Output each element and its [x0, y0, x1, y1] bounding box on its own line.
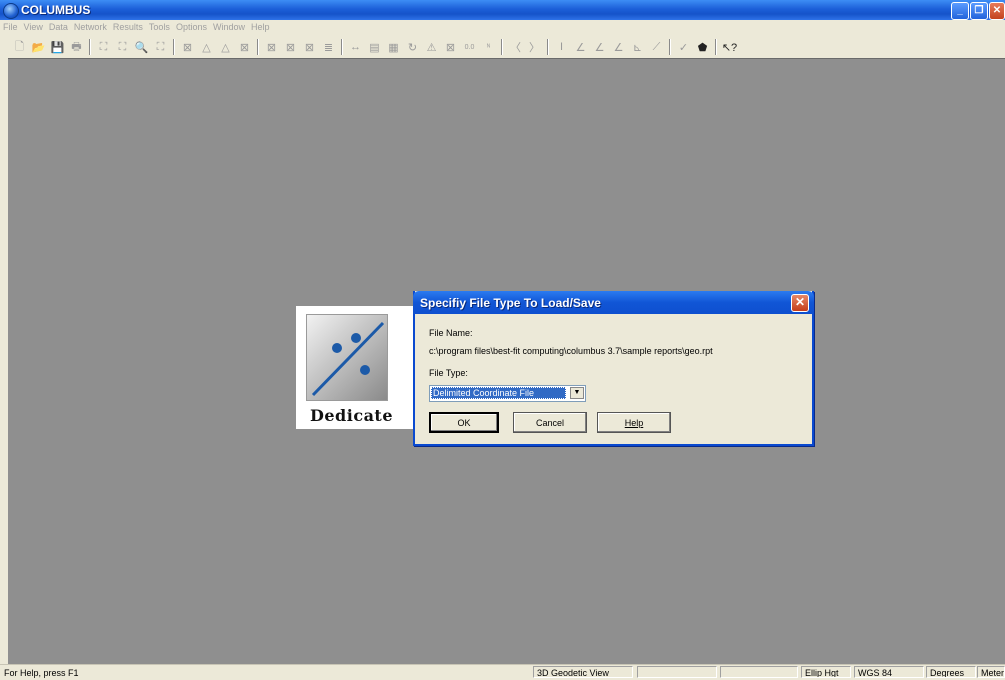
dialog-title-bar[interactable]: Specifiy File Type To Load/Save ✕	[413, 291, 814, 314]
network2-icon[interactable]: ⊠	[281, 38, 300, 56]
sigma-icon[interactable]: ↻	[403, 38, 422, 56]
help-button-label: Help	[624, 418, 644, 428]
report-icon[interactable]: ▤	[365, 38, 384, 56]
splash-logo-art	[306, 314, 388, 401]
file-name-value: c:\program files\best-fit computing\colu…	[429, 346, 713, 356]
window-title: COLUMBUS	[21, 3, 91, 17]
file-type-dialog: Specifiy File Type To Load/Save ✕ File N…	[413, 291, 814, 446]
angle3-icon[interactable]: ∠	[609, 38, 628, 56]
triangle-icon[interactable]: △	[197, 38, 216, 56]
new-icon[interactable]: 🗋	[10, 38, 29, 56]
triangle-dashed-icon[interactable]: △	[216, 38, 235, 56]
status-view: 3D Geodetic View	[533, 666, 633, 678]
toolbar-separator	[89, 39, 91, 55]
file-type-selected: Delimited Coordinate File	[431, 387, 566, 399]
arrows-icon[interactable]: ↔	[346, 38, 365, 56]
dialog-title: Specifiy File Type To Load/Save	[420, 296, 601, 310]
status-pane-1	[637, 666, 717, 678]
angle-icon[interactable]: ∠	[571, 38, 590, 56]
menu-help[interactable]: Help	[248, 20, 273, 32]
toolbar-separator	[715, 39, 717, 55]
title-bar[interactable]: COLUMBUS _ ❐ ✕	[0, 0, 1005, 20]
status-angle-units: Degrees	[926, 666, 976, 678]
ok-button[interactable]: OK	[429, 412, 499, 433]
nft-icon[interactable]: ᴺ	[479, 38, 498, 56]
status-distance-units: Meter	[977, 666, 1005, 678]
box-icon[interactable]: ⊠	[441, 38, 460, 56]
toolbar-separator	[501, 39, 503, 55]
prev-icon[interactable]: 〈	[506, 38, 525, 56]
restore-button[interactable]: ❐	[970, 2, 988, 20]
splash-text: Dedicate	[310, 406, 393, 425]
save-icon[interactable]: 💾	[48, 38, 67, 56]
tri-warn-icon[interactable]: ⚠	[422, 38, 441, 56]
cancel-button[interactable]: Cancel	[513, 412, 587, 433]
menu-results[interactable]: Results	[110, 20, 146, 32]
station-icon[interactable]: ⊠	[178, 38, 197, 56]
print-icon[interactable]: 🖶	[67, 38, 86, 56]
status-pane-2	[720, 666, 798, 678]
help-button[interactable]: Help	[597, 412, 671, 433]
toolbar-row: 🗋 📂 💾 🖶 ⛶ ⛶ 🔍 ⛶ ⊠ △ △ ⊠ ⊠ ⊠ ⊠ ≣ ↔ ▤ ▦ ↻ ⚠ ⊠ 0.0 ᴺ 〈〉 I ∠ ∠ ∠ ⊾ ⟋ ✓ ⬟ ↖?	[10, 37, 739, 57]
menu-network[interactable]: Network	[71, 20, 110, 32]
logo-diagonal-icon	[311, 321, 385, 397]
minimize-button[interactable]: _	[951, 2, 969, 20]
splash-logo: Dedicate	[296, 306, 418, 429]
menu-bar: File View Data Network Results Tools Options Wi…	[0, 20, 1005, 36]
angle4-icon[interactable]: ⊾	[628, 38, 647, 56]
status-help-text: For Help, press F1	[4, 668, 79, 678]
shape-icon[interactable]: ⬟	[693, 38, 712, 56]
chevron-down-icon[interactable]: ▼	[570, 387, 584, 399]
network3-icon[interactable]: ⊠	[300, 38, 319, 56]
status-height-type: Ellip Hgt	[801, 666, 851, 678]
close-button[interactable]: ✕	[989, 2, 1005, 20]
zoom-window-icon[interactable]: ⛶	[151, 38, 170, 56]
menu-window[interactable]: Window	[210, 20, 248, 32]
angle2-icon[interactable]: ∠	[590, 38, 609, 56]
magnify-icon[interactable]: 🔍	[132, 38, 151, 56]
next-icon[interactable]: 〉	[525, 38, 544, 56]
help-pointer-icon[interactable]: ↖?	[720, 38, 739, 56]
status-datum: WGS 84	[854, 666, 924, 678]
file-name-label: File Name:	[429, 328, 473, 338]
file-type-label: File Type:	[429, 368, 468, 378]
angle5-icon[interactable]: ⟋	[647, 38, 666, 56]
dialog-close-button[interactable]: ✕	[791, 294, 809, 312]
toolbar-separator	[257, 39, 259, 55]
toolbar-separator	[173, 39, 175, 55]
box-x-icon[interactable]: ⊠	[235, 38, 254, 56]
file-type-select[interactable]: Delimited Coordinate File ▼	[429, 385, 586, 402]
table-icon[interactable]: ▦	[384, 38, 403, 56]
menu-file[interactable]: File	[0, 20, 21, 32]
app-globe-icon[interactable]	[3, 3, 19, 19]
toolbar-separator	[669, 39, 671, 55]
toolbar-separator	[547, 39, 549, 55]
status-bar: For Help, press F1 3D Geodetic View Elli…	[0, 664, 1005, 680]
menu-options[interactable]: Options	[173, 20, 210, 32]
list-icon[interactable]: ≣	[319, 38, 338, 56]
toolbar-separator	[341, 39, 343, 55]
menu-data[interactable]: Data	[46, 20, 71, 32]
zoom-in-icon[interactable]: ⛶	[94, 38, 113, 56]
menu-view[interactable]: View	[21, 20, 46, 32]
menu-tools[interactable]: Tools	[146, 20, 173, 32]
open-icon[interactable]: 📂	[29, 38, 48, 56]
decimals-icon[interactable]: 0.0	[460, 38, 479, 56]
check-icon[interactable]: ✓	[674, 38, 693, 56]
zoom-out-icon[interactable]: ⛶	[113, 38, 132, 56]
vertical-icon[interactable]: I	[552, 38, 571, 56]
network-icon[interactable]: ⊠	[262, 38, 281, 56]
